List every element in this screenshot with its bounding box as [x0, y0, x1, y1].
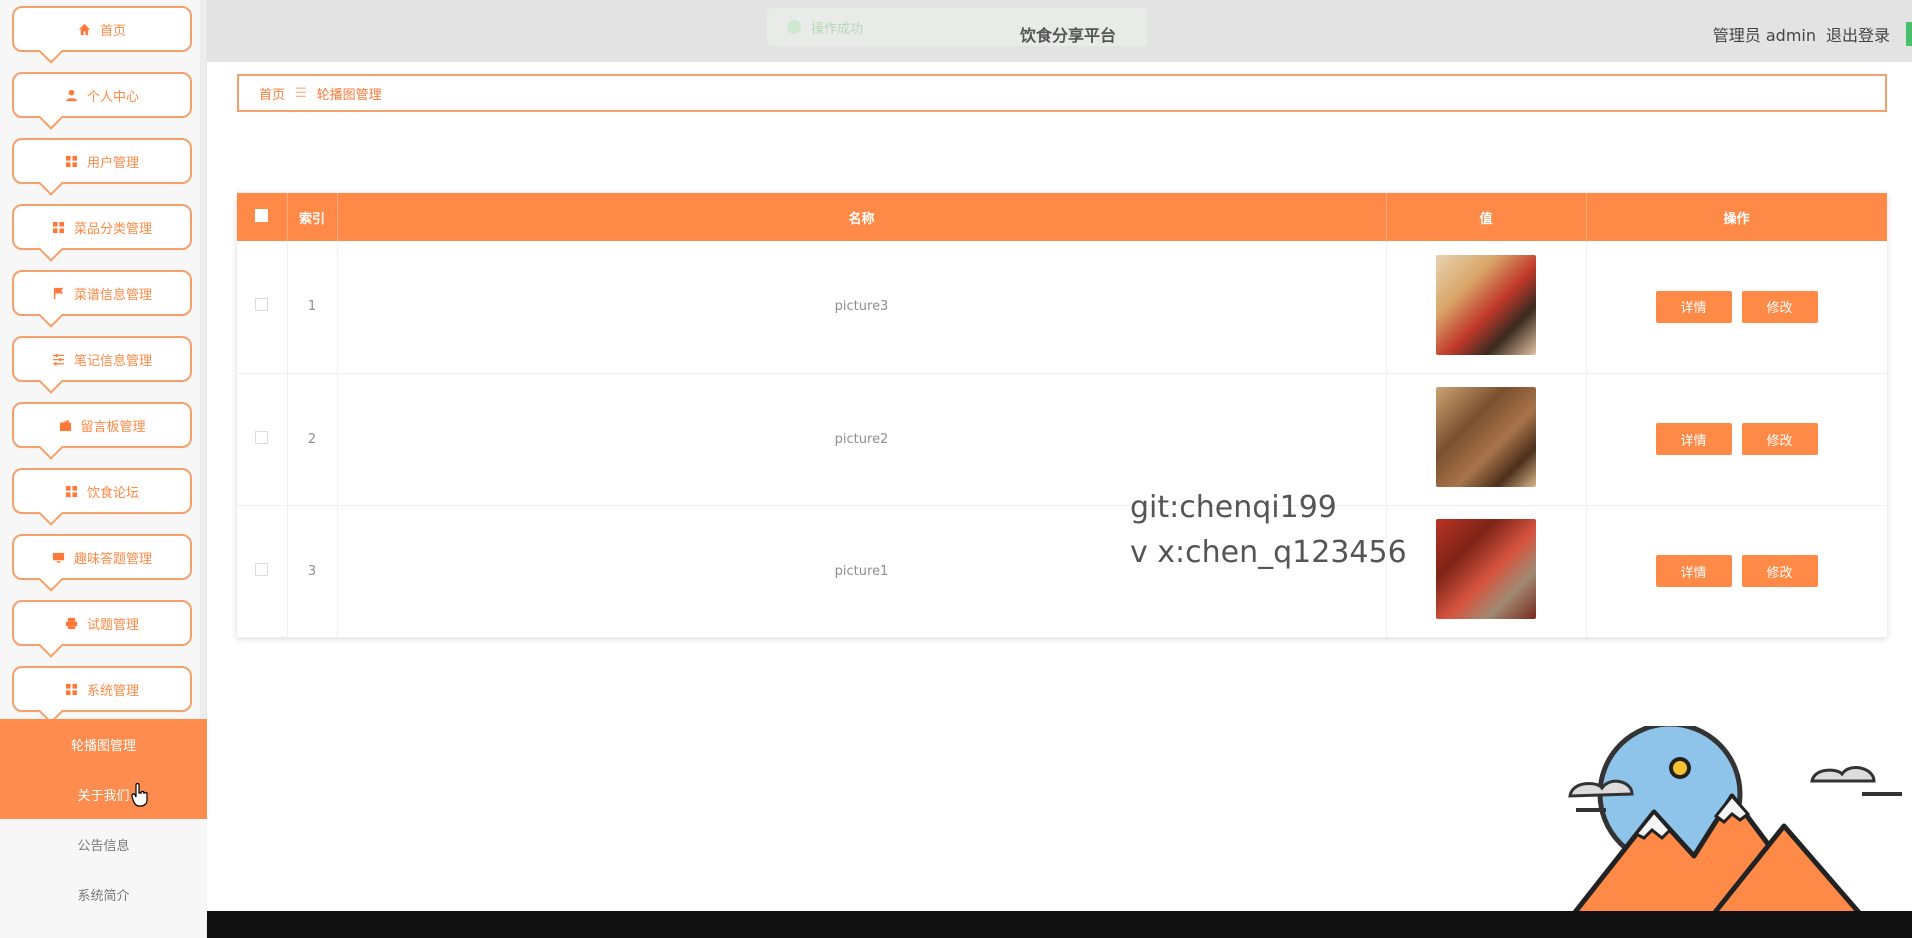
check-circle-icon [787, 20, 801, 34]
row-index: 1 [287, 241, 338, 374]
submenu-item-system-intro[interactable]: 系统简介 [0, 869, 207, 919]
breadcrumb-home[interactable]: 首页 [259, 84, 285, 103]
flag-icon [52, 286, 66, 300]
submenu-item-label: 关于我们 [77, 788, 130, 804]
topbar: 操作成功 饮食分享平台 管理员 admin 退出登录 [207, 0, 1912, 62]
grid-icon [65, 682, 79, 696]
sidebar-item-notes[interactable]: 笔记信息管理 [12, 336, 192, 382]
sidebar-item-label: 用户管理 [86, 155, 139, 171]
sidebar-item-label: 留言板管理 [80, 419, 146, 435]
select-all-header [237, 193, 288, 241]
wallet-icon [58, 418, 72, 432]
column-header-index: 索引 [287, 193, 338, 241]
submenu-item-announcements[interactable]: 公告信息 [0, 819, 207, 869]
row-index: 2 [287, 373, 338, 506]
sidebar-item-label: 趣味答题管理 [73, 551, 152, 567]
submenu-item-label: 系统简介 [77, 888, 130, 904]
row-name: picture3 [337, 241, 1387, 374]
breadcrumb-separator-icon: ☰ [295, 85, 307, 101]
grid-icon [52, 220, 66, 234]
submenu-item-label: 轮播图管理 [70, 738, 136, 754]
sidebar-scrollbar[interactable] [200, 0, 206, 800]
watermark-line-1: git:chenqi199 [1130, 490, 1337, 525]
printer-icon [65, 616, 79, 630]
edit-button[interactable]: 修改 [1741, 555, 1818, 588]
logout-link[interactable]: 退出登录 [1826, 22, 1890, 46]
bottom-bar [207, 911, 1912, 938]
column-header-value: 值 [1386, 193, 1587, 241]
submenu-item-label: 公告信息 [77, 838, 130, 854]
sidebar-item-label: 菜品分类管理 [73, 221, 152, 237]
sidebar-item-questions[interactable]: 试题管理 [12, 600, 192, 646]
detail-button[interactable]: 详情 [1655, 290, 1732, 323]
edit-button[interactable]: 修改 [1741, 290, 1818, 323]
sliders-icon [52, 352, 66, 366]
edge-marker [1906, 22, 1912, 46]
sidebar-item-system[interactable]: 系统管理 [12, 666, 192, 712]
row-index: 3 [287, 505, 338, 638]
detail-button[interactable]: 详情 [1655, 555, 1732, 588]
admin-label: 管理员 admin [1712, 26, 1816, 45]
row-name: picture1 [337, 505, 1387, 638]
food-photo-thumbnail[interactable] [1436, 387, 1536, 488]
sidebar-item-quiz[interactable]: 趣味答题管理 [12, 534, 192, 580]
user-icon [65, 88, 79, 102]
column-header-actions: 操作 [1586, 193, 1888, 241]
carousel-table: 索引 名称 值 操作 1 picture3 详情 修改 2 picture2 详… [237, 193, 1888, 638]
toast-message: 操作成功 [811, 21, 864, 37]
monitor-icon [52, 550, 66, 564]
row-checkbox[interactable] [255, 298, 269, 312]
sidebar-item-recipe[interactable]: 菜谱信息管理 [12, 270, 192, 316]
select-all-checkbox[interactable] [255, 208, 269, 222]
row-name: picture2 [337, 373, 1387, 506]
sidebar-item-users[interactable]: 用户管理 [12, 138, 192, 184]
sidebar-item-label: 个人中心 [86, 89, 139, 105]
sidebar-item-message-board[interactable]: 留言板管理 [12, 402, 192, 448]
sidebar: 首页 个人中心 用户管理 菜品分类管理 菜谱信息管理 笔记信息管理 留言板管理 … [0, 0, 207, 938]
sidebar-item-home[interactable]: 首页 [12, 6, 192, 52]
breadcrumb-current: 轮播图管理 [316, 87, 382, 103]
sidebar-item-dish-category[interactable]: 菜品分类管理 [12, 204, 192, 250]
grid-icon [65, 484, 79, 498]
sidebar-item-profile[interactable]: 个人中心 [12, 72, 192, 118]
detail-button[interactable]: 详情 [1655, 423, 1732, 456]
sidebar-item-forum[interactable]: 饮食论坛 [12, 468, 192, 514]
sidebar-item-label: 系统管理 [86, 683, 139, 699]
sidebar-item-label: 笔记信息管理 [73, 353, 152, 369]
table-row: 1 picture3 详情 修改 [237, 241, 1888, 374]
sidebar-item-label: 试题管理 [86, 617, 139, 633]
grid-icon [65, 154, 79, 168]
sidebar-item-label: 首页 [99, 23, 126, 39]
hand-cursor-icon [131, 783, 148, 807]
table-row: 3 picture1 详情 修改 [237, 505, 1888, 638]
table-row: 2 picture2 详情 修改 [237, 373, 1888, 506]
submenu-item-carousel[interactable]: 轮播图管理 [0, 719, 207, 769]
mountain-illustration [1568, 726, 1902, 916]
app-root: 首页 个人中心 用户管理 菜品分类管理 菜谱信息管理 笔记信息管理 留言板管理 … [0, 0, 1912, 938]
table-header-row: 索引 名称 值 操作 [237, 193, 1888, 241]
submenu-item-about-us[interactable]: 关于我们 [0, 769, 207, 819]
column-header-name: 名称 [337, 193, 1387, 241]
site-title: 饮食分享平台 [1020, 26, 1117, 45]
watermark-line-2: v x:chen_q123456 [1130, 535, 1407, 570]
breadcrumb: 首页 ☰ 轮播图管理 [237, 74, 1887, 112]
edit-button[interactable]: 修改 [1741, 423, 1818, 456]
sidebar-item-label: 菜谱信息管理 [73, 287, 152, 303]
row-checkbox[interactable] [255, 562, 269, 576]
row-checkbox[interactable] [255, 430, 269, 444]
sidebar-item-label: 饮食论坛 [86, 485, 139, 501]
food-photo-thumbnail[interactable] [1436, 254, 1536, 355]
home-icon [78, 22, 92, 36]
food-photo-thumbnail[interactable] [1436, 519, 1536, 620]
